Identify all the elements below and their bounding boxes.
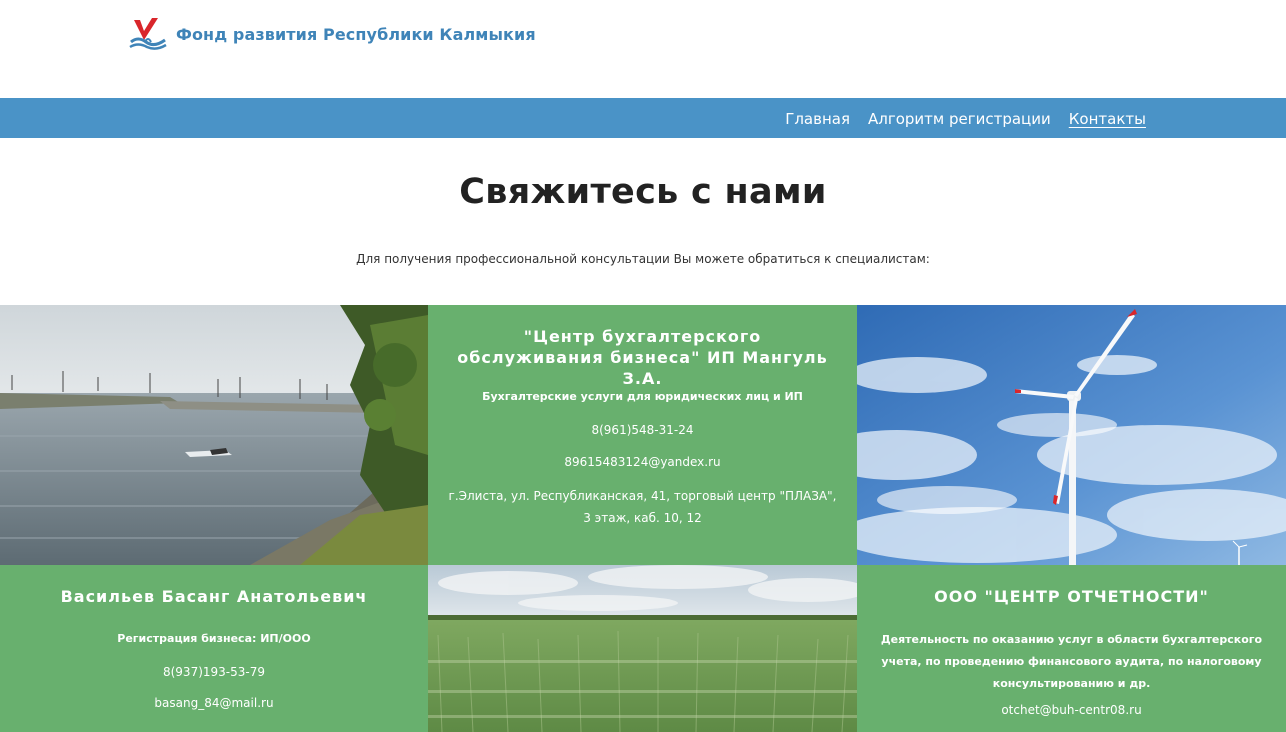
card-title: "Центр бухгалтерского обслуживания бизне… bbox=[457, 327, 828, 388]
card-address-line1: г.Элиста, ул. Республиканская, 41, торго… bbox=[448, 489, 837, 503]
card-subtitle: Бухгалтерские услуги для юридических лиц… bbox=[482, 390, 803, 403]
card-description: Деятельность по оказанию услуг в области… bbox=[880, 633, 1263, 690]
logo-text: Фонд развития Республики Калмыкия bbox=[176, 24, 536, 44]
contacts-grid: "Центр бухгалтерского обслуживания бизне… bbox=[0, 305, 1286, 732]
card-title: ООО "ЦЕНТР ОТЧЕТНОСТИ" bbox=[934, 587, 1209, 606]
card-email[interactable]: otchet@buh-centr08.ru bbox=[857, 701, 1286, 719]
wind-turbine-photo bbox=[857, 305, 1286, 565]
intro-text: Для получения профессиональной консульта… bbox=[356, 252, 930, 266]
contact-card-otchet: ООО "ЦЕНТР ОТЧЕТНОСТИ" Деятельность по о… bbox=[857, 565, 1286, 732]
card-email[interactable]: basang_84@mail.ru bbox=[0, 694, 428, 712]
page-title: Свяжитесь с нами bbox=[459, 172, 827, 212]
card-phone[interactable]: 8(937)193-53-79 bbox=[0, 663, 428, 681]
card-address-line2: 3 этаж, каб. 10, 12 bbox=[583, 511, 702, 525]
card-email[interactable]: 89615483124@yandex.ru bbox=[428, 453, 857, 471]
nav-item-registration-algorithm[interactable]: Алгоритм регистрации bbox=[868, 110, 1051, 128]
nav-list: Главная Алгоритм регистрации Контакты bbox=[785, 98, 1146, 138]
logo-icon bbox=[129, 18, 167, 50]
site-header: Фонд развития Республики Калмыкия bbox=[0, 0, 1286, 98]
contact-card-vasiliev: Васильев Басанг Анатольевич Регистрация … bbox=[0, 565, 428, 732]
wheat-field-photo-image bbox=[428, 565, 857, 732]
card-subtitle: Регистрация бизнеса: ИП/ООО bbox=[117, 632, 311, 645]
wheat-field-photo bbox=[428, 565, 857, 732]
nav-item-contacts[interactable]: Контакты bbox=[1069, 110, 1146, 128]
contact-card-center-buh: "Центр бухгалтерского обслуживания бизне… bbox=[428, 305, 857, 565]
river-photo-image bbox=[0, 305, 428, 565]
main-nav: Главная Алгоритм регистрации Контакты bbox=[0, 98, 1286, 138]
card-title: Васильев Басанг Анатольевич bbox=[60, 587, 368, 606]
card-phone[interactable]: 8(961)548-31-24 bbox=[428, 421, 857, 439]
logo-link[interactable]: Фонд развития Республики Калмыкия bbox=[128, 18, 536, 50]
wind-turbine-photo-image bbox=[857, 305, 1286, 565]
nav-item-home[interactable]: Главная bbox=[785, 110, 850, 128]
river-photo bbox=[0, 305, 428, 565]
